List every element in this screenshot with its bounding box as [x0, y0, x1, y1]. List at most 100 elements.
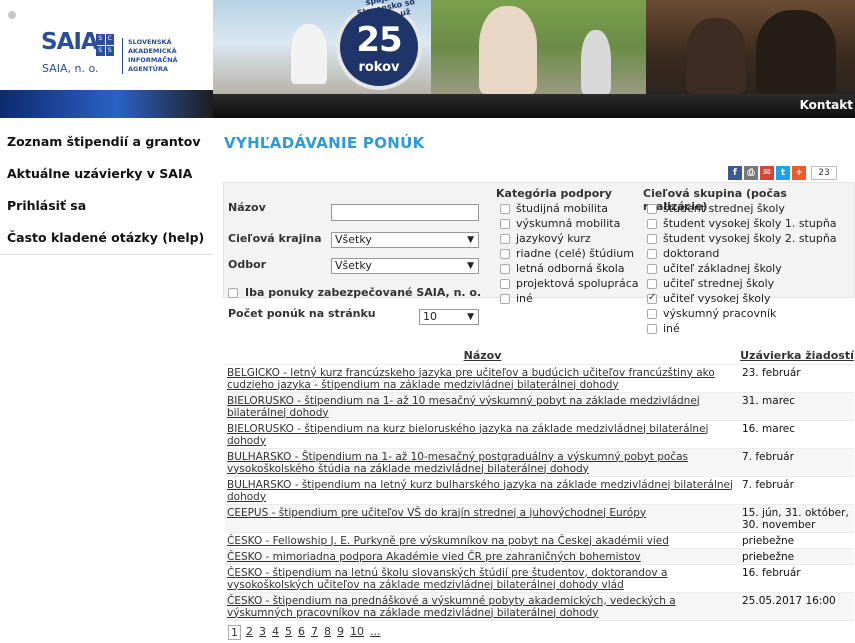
page-link[interactable]: 1 — [228, 625, 241, 640]
page-link[interactable]: ... — [369, 625, 382, 640]
result-link[interactable]: ČESKO - mimoriadna podpora Akadémie vied… — [227, 551, 641, 563]
target-option[interactable]: študent strednej školy — [647, 202, 785, 215]
table-header-row: Názov Uzávierka žiadostí — [225, 348, 854, 365]
target-option-label: iné — [663, 322, 680, 335]
saia-only-option[interactable]: Iba ponuky zabezpečované SAIA, n. o. — [228, 286, 481, 299]
target-checkbox[interactable] — [647, 233, 657, 244]
category-option[interactable]: projektová spolupráca — [500, 277, 638, 290]
field-select[interactable]: Všetky ▼ — [331, 258, 479, 274]
target-option[interactable]: učiteľ strednej školy — [647, 277, 774, 290]
field-select-value: Všetky — [335, 259, 372, 272]
category-checkbox[interactable] — [500, 218, 510, 229]
page-link[interactable]: 6 — [297, 625, 306, 640]
nav-contact-link[interactable]: Kontakt — [800, 98, 853, 112]
per-page-select[interactable]: 10 ▼ — [419, 309, 479, 325]
page-link[interactable]: 2 — [245, 625, 254, 640]
person-silhouette — [581, 30, 611, 94]
target-checkbox[interactable] — [647, 323, 657, 334]
page-link[interactable]: 5 — [284, 625, 293, 640]
target-option[interactable]: doktorand — [647, 247, 719, 260]
result-link[interactable]: BELGICKO - letný kurz francúzskeho jazyk… — [227, 367, 715, 391]
result-deadline: priebežne — [740, 548, 854, 565]
result-link[interactable]: BULHARSKO - Štipendium na 1- až 10-mesač… — [227, 451, 688, 475]
col-name-header[interactable]: Názov — [225, 348, 740, 365]
table-row: BULHARSKO - Štipendium na 1- až 10-mesač… — [225, 448, 854, 477]
target-option[interactable]: študent vysokej školy 2. stupňa — [647, 232, 837, 245]
target-checkbox[interactable] — [647, 292, 657, 304]
logo[interactable]: SAIA S C S S SAIA, n. o. SLOVENSKÁ AKADE… — [0, 0, 213, 90]
target-checkbox[interactable] — [647, 278, 657, 289]
table-row: BIELORUSKO - štipendium na 1- až 10 mesa… — [225, 392, 854, 421]
sidebar-item-login[interactable]: Prihlásiť sa — [0, 188, 213, 220]
category-option-label: výskumná mobilita — [516, 217, 621, 230]
site-header: SAIA S C S S SAIA, n. o. SLOVENSKÁ AKADE… — [0, 0, 855, 118]
person-silhouette — [756, 10, 836, 94]
result-name-cell: BIELORUSKO - štipendium na kurz bielorus… — [225, 420, 740, 449]
category-option[interactable]: iné — [500, 292, 533, 305]
facebook-icon[interactable]: f — [728, 166, 742, 180]
share-more-icon[interactable]: + — [792, 166, 806, 180]
header-gradient-bar — [0, 90, 213, 118]
category-option[interactable]: jazykový kurz — [500, 232, 591, 245]
target-checkbox[interactable] — [647, 218, 657, 229]
result-link[interactable]: ČESKO - štipendium na letnú školu slovan… — [227, 567, 667, 591]
result-link[interactable]: BIELORUSKO - štipendium na kurz bielorus… — [227, 423, 708, 447]
target-option[interactable]: študent vysokej školy 1. stupňa — [647, 217, 837, 230]
category-checkbox[interactable] — [500, 278, 510, 289]
result-link[interactable]: ČESKO - Fellowship J. E. Purkyně pre výs… — [227, 535, 669, 547]
result-link[interactable]: CEEPUS - štipendium pre učiteľov VŠ do k… — [227, 507, 646, 519]
page-link[interactable]: 7 — [310, 625, 319, 640]
category-option[interactable]: výskumná mobilita — [500, 217, 620, 230]
category-option[interactable]: letná odborná škola — [500, 262, 625, 275]
result-name-cell: CEEPUS - štipendium pre učiteľov VŠ do k… — [225, 504, 740, 533]
target-option[interactable]: iné — [647, 322, 680, 335]
result-name-cell: ČESKO - štipendium na letnú školu slovan… — [225, 564, 740, 593]
logo-grid-cell: S — [96, 45, 105, 56]
country-select[interactable]: Všetky ▼ — [331, 232, 479, 248]
target-checkbox[interactable] — [647, 263, 657, 274]
twitter-icon[interactable]: t — [776, 166, 790, 180]
result-link[interactable]: BULHARSKO - štipendium na letný kurz bul… — [227, 479, 733, 503]
result-link[interactable]: ČESKO - štipendium na prednáškové a výsk… — [227, 595, 676, 619]
category-checkbox[interactable] — [500, 293, 510, 304]
dropdown-arrow-icon: ▼ — [467, 235, 474, 245]
page-link[interactable]: 3 — [258, 625, 267, 640]
page-link[interactable]: 4 — [271, 625, 280, 640]
logo-word: SAIA — [41, 29, 99, 55]
category-option-label: letná odborná škola — [516, 262, 625, 275]
target-option[interactable]: učiteľ vysokej školy — [647, 292, 771, 305]
target-checkbox[interactable] — [647, 203, 657, 214]
target-option[interactable]: výskumný pracovník — [647, 307, 776, 320]
page-link[interactable]: 8 — [323, 625, 332, 640]
sidebar-item-scholarships[interactable]: Zoznam štipendií a grantov — [0, 124, 213, 156]
category-option[interactable]: študijná mobilita — [500, 202, 608, 215]
sidebar-item-deadlines[interactable]: Aktuálne uzávierky v SAIA — [0, 156, 213, 188]
category-heading: Kategória podpory — [496, 187, 612, 200]
result-deadline: 16. február — [740, 564, 854, 593]
category-checkbox[interactable] — [500, 203, 510, 214]
badge-number: 25 — [356, 20, 402, 60]
target-option-label: učiteľ strednej školy — [663, 277, 775, 290]
target-option[interactable]: učiteľ základnej školy — [647, 262, 782, 275]
name-input[interactable] — [331, 204, 479, 221]
sidebar-item-faq[interactable]: Často kladené otázky (help) — [0, 220, 213, 252]
target-checkbox[interactable] — [647, 248, 657, 259]
result-link[interactable]: BIELORUSKO - štipendium na 1- až 10 mesa… — [227, 395, 700, 419]
target-checkbox[interactable] — [647, 308, 657, 319]
col-deadline-header[interactable]: Uzávierka žiadostí — [740, 348, 854, 365]
field-label: Odbor — [228, 258, 267, 271]
page-link[interactable]: 10 — [349, 625, 365, 640]
result-deadline: 7. február — [740, 448, 854, 477]
category-checkbox[interactable] — [500, 263, 510, 274]
country-label: Cieľová krajina — [228, 232, 322, 245]
category-checkbox[interactable] — [500, 248, 510, 259]
logo-line: SLOVENSKÁ — [128, 38, 172, 46]
saia-only-checkbox[interactable] — [228, 287, 238, 298]
category-option[interactable]: riadne (celé) štúdium — [500, 247, 634, 260]
page-link[interactable]: 9 — [336, 625, 345, 640]
banner-photo-library — [646, 0, 855, 94]
logo-subtitle: SAIA, n. o. — [42, 62, 99, 75]
category-checkbox[interactable] — [500, 233, 510, 244]
email-icon[interactable]: ✉ — [760, 166, 774, 180]
print-icon[interactable]: ⎙ — [744, 166, 758, 180]
